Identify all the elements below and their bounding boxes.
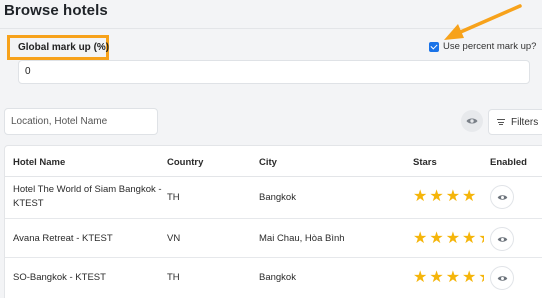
eye-icon: [497, 236, 507, 242]
half-star-icon: ★: [478, 270, 484, 286]
global-markup-input[interactable]: 0: [18, 60, 530, 84]
col-city[interactable]: City: [259, 157, 277, 168]
search-input[interactable]: Location, Hotel Name: [4, 108, 158, 135]
star-icon: ★: [413, 230, 428, 247]
star-icon: ★: [445, 188, 461, 205]
filters-button[interactable]: Filters: [488, 109, 542, 135]
city-cell: Bangkok: [259, 192, 296, 203]
hotel-name-cell: SO-Bangkok - KTEST: [13, 272, 106, 283]
hotel-name-line: Hotel The World of Siam Bangkok -: [13, 184, 162, 195]
star-icon: ★: [445, 269, 461, 286]
col-enabled[interactable]: Enabled: [490, 157, 527, 168]
row-divider: [5, 257, 542, 258]
star-icon: ★: [462, 269, 477, 286]
enabled-toggle-button[interactable]: [490, 266, 514, 290]
global-markup-label: Global mark up (%): [18, 42, 110, 53]
hotel-name-line: KTEST: [13, 198, 44, 209]
filter-lines-icon: [497, 119, 505, 125]
hotel-name-cell: Hotel The World of Siam Bangkok - KTEST: [13, 183, 162, 211]
eye-icon: [466, 118, 478, 124]
star-icon: ★: [429, 230, 444, 247]
enabled-toggle-button[interactable]: [490, 185, 514, 209]
star-rating: ★ ★ ★ ★ ★: [413, 270, 484, 286]
col-hotel-name[interactable]: Hotel Name: [13, 157, 65, 168]
star-icon: ★: [413, 188, 428, 205]
country-cell: VN: [167, 233, 181, 244]
hotel-name-cell: Avana Retreat - KTEST: [13, 233, 113, 244]
star-icon: ★: [429, 269, 444, 286]
use-percent-label: Use percent mark up?: [443, 41, 537, 52]
page-title: Browse hotels: [4, 2, 108, 19]
city-cell: Mai Chau, Hòa Bình: [259, 233, 345, 244]
star-icon: ★: [462, 188, 477, 205]
checkbox-checked-icon[interactable]: [429, 41, 439, 52]
eye-icon: [497, 194, 507, 200]
star-icon: ★: [413, 269, 428, 286]
star-icon: ★: [445, 230, 461, 247]
star-rating: ★ ★ ★ ★ ★: [413, 231, 484, 247]
star-icon: ★: [462, 230, 477, 247]
enabled-toggle-button[interactable]: [490, 227, 514, 251]
header-divider: [5, 176, 542, 177]
star-rating: ★ ★ ★ ★: [413, 189, 478, 205]
visibility-toggle-button[interactable]: [461, 110, 483, 132]
star-icon: ★: [429, 188, 444, 205]
row-divider: [5, 218, 542, 219]
arrow-annotation: [444, 4, 522, 40]
use-percent-checkbox-group[interactable]: Use percent mark up?: [429, 41, 536, 52]
filters-label: Filters: [511, 116, 539, 128]
eye-icon: [497, 275, 507, 281]
hotels-table: Hotel Name Country City Stars Enabled Ho…: [4, 145, 542, 298]
country-cell: TH: [167, 272, 180, 283]
country-cell: TH: [167, 192, 180, 203]
half-star-icon: ★: [478, 231, 484, 247]
col-stars[interactable]: Stars: [413, 157, 437, 168]
col-country[interactable]: Country: [167, 157, 203, 168]
city-cell: Bangkok: [259, 272, 296, 283]
